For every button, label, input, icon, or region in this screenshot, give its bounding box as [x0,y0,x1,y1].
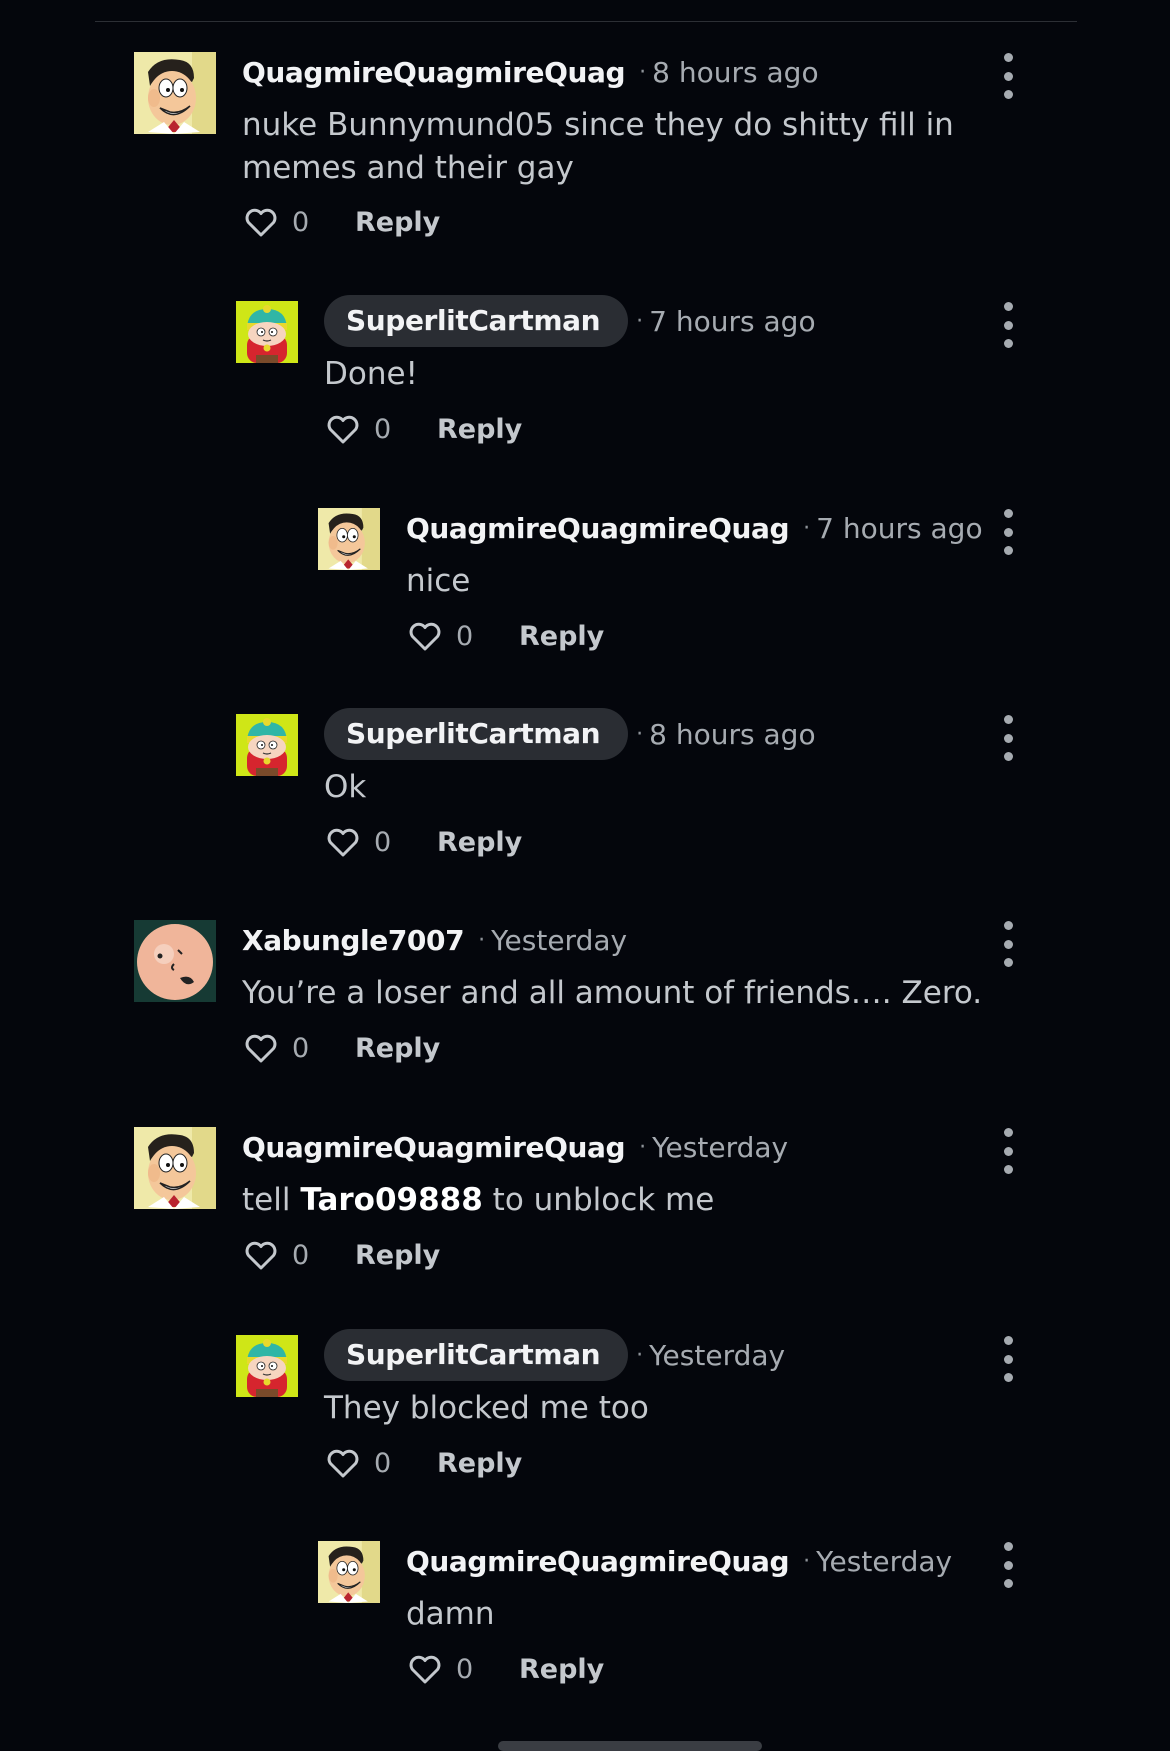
separator-dot: · [639,1134,647,1160]
more-options-icon[interactable] [993,302,1023,348]
like-count: 0 [374,827,392,858]
separator-dot: · [803,515,811,541]
like-count: 0 [292,1240,310,1271]
more-options-icon[interactable] [993,715,1023,761]
reply-button[interactable]: Reply [355,1033,440,1064]
comment-text: You’re a loser and all amount of friends… [242,975,983,1011]
heart-icon[interactable] [244,208,278,238]
heart-icon[interactable] [326,1449,360,1479]
comment-text-part: to unblock me [482,1182,715,1218]
quagmire-avatar[interactable] [318,508,380,570]
like-count: 0 [456,621,474,652]
comment-time: Yesterday [652,1130,789,1164]
reply-button[interactable]: Reply [437,1448,522,1479]
reply-button[interactable]: Reply [437,827,522,858]
comment-text: damn [406,1596,495,1632]
quagmire-avatar[interactable] [134,1127,216,1209]
heart-icon[interactable] [244,1241,278,1271]
reply-button[interactable]: Reply [519,621,604,652]
cartman-avatar[interactable] [236,1335,298,1397]
more-options-icon[interactable] [993,53,1023,99]
bald-head-avatar[interactable] [134,920,216,1002]
comment-author[interactable]: QuagmireQuagmireQuag [406,512,790,545]
comment-text: Done! [324,356,418,392]
comment-text: nuke Bunnymund05 since they do shitty fi… [242,104,954,190]
comment-author[interactable]: SuperlitCartman [324,295,629,347]
separator-dot: · [636,721,644,747]
quagmire-avatar[interactable] [134,52,216,134]
comment-text: They blocked me too [324,1390,649,1426]
comment-time: Yesterday [491,923,628,957]
comment-text: tell Taro09888 to unblock me [242,1179,714,1222]
separator-dot: · [639,59,647,85]
reply-button[interactable]: Reply [437,414,522,445]
cartman-avatar[interactable] [236,301,298,363]
more-options-icon[interactable] [993,921,1023,967]
more-options-icon[interactable] [993,1542,1023,1588]
heart-icon[interactable] [408,622,442,652]
scroll-handle[interactable] [498,1741,762,1751]
like-count: 0 [292,1033,310,1064]
comment-author[interactable]: QuagmireQuagmireQuag [242,56,626,89]
heart-icon[interactable] [326,415,360,445]
comment-time: 7 hours ago [649,304,816,338]
comment-time: 7 hours ago [816,511,983,545]
comment-author[interactable]: Xabungle7007 [242,924,465,957]
comment-text: nice [406,563,471,599]
like-count: 0 [456,1654,474,1685]
separator-dot: · [636,1342,644,1368]
more-options-icon[interactable] [993,1336,1023,1382]
reply-button[interactable]: Reply [355,1240,440,1271]
comment-time: 8 hours ago [649,717,816,751]
comment-author[interactable]: SuperlitCartman [324,1329,629,1381]
separator-dot: · [636,308,644,334]
like-count: 0 [374,1448,392,1479]
user-mention[interactable]: Taro09888 [300,1182,483,1218]
comment-author[interactable]: SuperlitCartman [324,708,629,760]
comment-time: Yesterday [816,1544,953,1578]
heart-icon[interactable] [244,1034,278,1064]
comment-time: 8 hours ago [652,55,819,89]
comment-time: Yesterday [649,1338,786,1372]
heart-icon[interactable] [408,1655,442,1685]
comment-text: Ok [324,769,367,805]
quagmire-avatar[interactable] [318,1541,380,1603]
cartman-avatar[interactable] [236,714,298,776]
comment-text-line: memes and their gay [242,150,574,186]
more-options-icon[interactable] [993,509,1023,555]
more-options-icon[interactable] [993,1128,1023,1174]
reply-button[interactable]: Reply [355,207,440,238]
reply-button[interactable]: Reply [519,1654,604,1685]
comment-author[interactable]: QuagmireQuagmireQuag [242,1131,626,1164]
like-count: 0 [292,207,310,238]
comment-author[interactable]: QuagmireQuagmireQuag [406,1545,790,1578]
separator-dot: · [478,927,486,953]
comment-text-line: nuke Bunnymund05 since they do shitty fi… [242,107,954,143]
comment-text-part: tell [242,1182,301,1218]
divider [95,21,1077,22]
heart-icon[interactable] [326,828,360,858]
separator-dot: · [803,1548,811,1574]
like-count: 0 [374,414,392,445]
